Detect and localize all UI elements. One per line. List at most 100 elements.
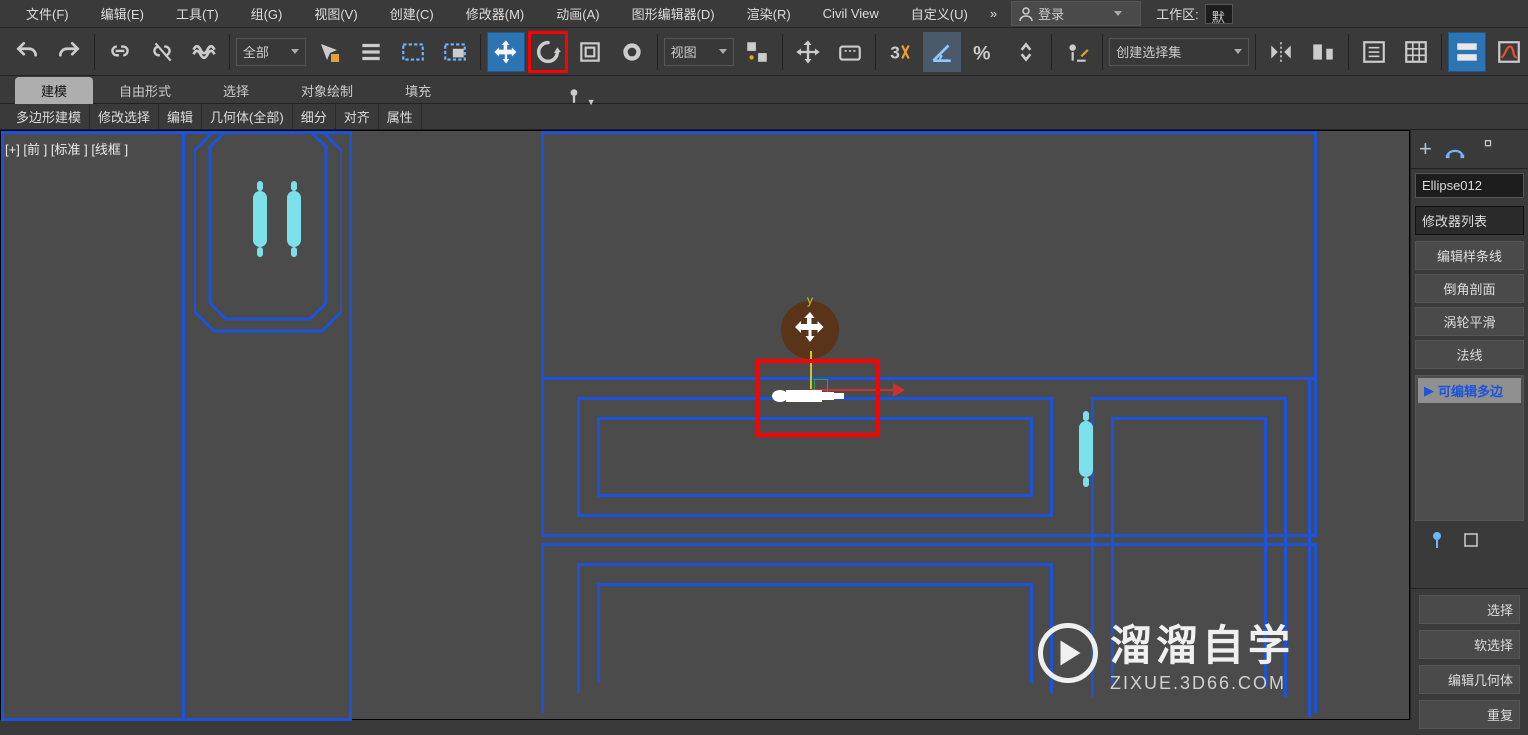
sub-polygon-modeling[interactable]: 多边形建模	[8, 104, 90, 129]
select-rotate-button[interactable]	[529, 32, 567, 72]
menu-more[interactable]: »	[984, 2, 1003, 25]
selection-filter-dropdown[interactable]: 全部	[236, 38, 306, 66]
reference-coord-dropdown[interactable]: 视图	[664, 38, 734, 66]
user-icon	[1018, 6, 1034, 22]
select-move-button[interactable]	[487, 32, 525, 72]
menu-edit[interactable]: 编辑(E)	[85, 0, 160, 27]
stack-label: 可编辑多边	[1438, 381, 1503, 400]
selection-set-dropdown[interactable]: 创建选择集	[1109, 38, 1249, 66]
spinner-snap-button[interactable]	[1007, 32, 1045, 72]
unlink-button[interactable]	[143, 32, 181, 72]
chevron-down-icon	[291, 49, 299, 54]
menu-bar: 文件(F) 编辑(E) 工具(T) 组(G) 视图(V) 创建(C) 修改器(M…	[0, 0, 1528, 28]
stack-editable-poly[interactable]: ▶ 可编辑多边	[1418, 378, 1521, 403]
handle-shape	[287, 191, 301, 247]
workspace-selector[interactable]: 默	[1205, 4, 1233, 24]
turbo-smooth-button[interactable]: 涡轮平滑	[1415, 307, 1524, 336]
working-pivot-button[interactable]	[1058, 32, 1096, 72]
menu-graph-editors[interactable]: 图形编辑器(D)	[616, 0, 731, 27]
sub-modify-selection[interactable]: 修改选择	[90, 104, 159, 129]
sub-align[interactable]: 对齐	[336, 104, 379, 129]
angle-snap-button[interactable]	[923, 32, 961, 72]
manipulate-button[interactable]	[789, 32, 827, 72]
modifier-stack[interactable]: ▶ 可编辑多边	[1415, 375, 1524, 521]
align-button[interactable]	[1304, 32, 1342, 72]
mirror-button[interactable]	[1262, 32, 1300, 72]
scene-explorer-button[interactable]	[1355, 32, 1393, 72]
selected-handle-object	[768, 386, 854, 406]
bind-spacewarp-button[interactable]	[185, 32, 223, 72]
object-name-field[interactable]: Ellipse012	[1415, 173, 1524, 198]
snap-3d-button[interactable]: 3	[881, 32, 919, 72]
login-button[interactable]: 登录	[1011, 1, 1141, 26]
pin-stack-icon[interactable]	[1429, 531, 1445, 549]
edit-spline-button[interactable]: 编辑样条线	[1415, 241, 1524, 270]
selection-filter-label: 全部	[243, 42, 269, 61]
rollout-reset[interactable]: 重复	[1419, 700, 1520, 729]
gizmo-y-label: y	[807, 293, 813, 307]
show-end-result-icon[interactable]	[1463, 532, 1479, 548]
chevron-down-icon	[1234, 49, 1242, 54]
redo-button[interactable]	[50, 32, 88, 72]
tab-selection[interactable]: 选择	[197, 77, 275, 104]
svg-text:%: %	[974, 42, 991, 64]
link-button[interactable]	[101, 32, 139, 72]
sub-properties[interactable]: 属性	[379, 104, 422, 129]
rollout-selection[interactable]: 选择	[1419, 595, 1520, 624]
tab-modeling[interactable]: 建模	[15, 77, 93, 104]
menu-animation[interactable]: 动画(A)	[540, 0, 615, 27]
select-place-button[interactable]	[613, 32, 651, 72]
modifier-list-label: 修改器列表	[1422, 211, 1487, 230]
main-toolbar: 全部 视图 3 % 创建选择集	[0, 28, 1528, 76]
undo-button[interactable]	[8, 32, 46, 72]
tab-populate[interactable]: 填充	[379, 77, 457, 104]
watermark-text-cn: 溜溜自学	[1110, 612, 1294, 673]
toggle-ribbon-button[interactable]	[1448, 32, 1486, 72]
rollout-soft-selection[interactable]: 软选择	[1419, 630, 1520, 659]
window-crossing-button[interactable]	[436, 32, 474, 72]
rollout-edit-geometry[interactable]: 编辑几何体	[1419, 665, 1520, 694]
reference-coord-label: 视图	[671, 42, 697, 61]
sub-edit[interactable]: 编辑	[159, 104, 202, 129]
menu-civil-view[interactable]: Civil View	[807, 2, 895, 25]
sub-subdivision[interactable]: 细分	[293, 104, 336, 129]
select-scale-button[interactable]	[571, 32, 609, 72]
pivot-center-button[interactable]	[738, 32, 776, 72]
sub-geometry-all[interactable]: 几何体(全部)	[202, 104, 293, 129]
select-object-button[interactable]	[310, 32, 348, 72]
chevron-down-icon	[1114, 11, 1122, 16]
modeling-sub-ribbon: 多边形建模 修改选择 编辑 几何体(全部) 细分 对齐 属性 ▼	[0, 104, 1528, 130]
create-tab-icon[interactable]: +	[1419, 136, 1432, 162]
menu-views[interactable]: 视图(V)	[298, 0, 373, 27]
menu-create[interactable]: 创建(C)	[374, 0, 450, 27]
watermark-logo: 溜溜自学 ZIXUE.3D66.COM	[1038, 612, 1294, 694]
viewport-front[interactable]: [+] [前 ] [标准 ] [线框 ] y	[0, 130, 1410, 720]
percent-snap-button[interactable]: %	[965, 32, 1003, 72]
curve-editor-button[interactable]	[1490, 32, 1528, 72]
tab-object-paint[interactable]: 对象绘制	[275, 77, 379, 104]
menu-tools[interactable]: 工具(T)	[160, 0, 235, 27]
menu-group[interactable]: 组(G)	[235, 0, 299, 27]
menu-customize[interactable]: 自定义(U)	[895, 0, 984, 27]
layer-explorer-button[interactable]	[1397, 32, 1435, 72]
keyboard-shortcut-button[interactable]	[831, 32, 869, 72]
tab-freeform[interactable]: 自由形式	[93, 77, 197, 104]
watermark-text-en: ZIXUE.3D66.COM	[1110, 673, 1294, 694]
expand-icon[interactable]: ▶	[1424, 383, 1434, 399]
move-gizmo[interactable]: y	[777, 301, 839, 359]
hierarchy-tab-icon[interactable]	[1478, 139, 1498, 159]
normal-button[interactable]: 法线	[1415, 340, 1524, 369]
select-by-name-button[interactable]	[352, 32, 390, 72]
workspace-label: 工作区:	[1156, 4, 1199, 23]
login-label: 登录	[1038, 4, 1064, 23]
ribbon-pin-icon[interactable]: ▼	[565, 87, 596, 108]
modify-tab-icon[interactable]	[1444, 138, 1466, 160]
menu-render[interactable]: 渲染(R)	[731, 0, 807, 27]
menu-file[interactable]: 文件(F)	[10, 0, 85, 27]
modifier-list-dropdown[interactable]: 修改器列表	[1415, 206, 1524, 235]
chamfer-profile-button[interactable]: 倒角剖面	[1415, 274, 1524, 303]
rectangular-selection-button[interactable]	[394, 32, 432, 72]
handle-shape	[1079, 421, 1093, 477]
stack-tool-row	[1411, 525, 1528, 555]
menu-modifier[interactable]: 修改器(M)	[450, 0, 541, 27]
